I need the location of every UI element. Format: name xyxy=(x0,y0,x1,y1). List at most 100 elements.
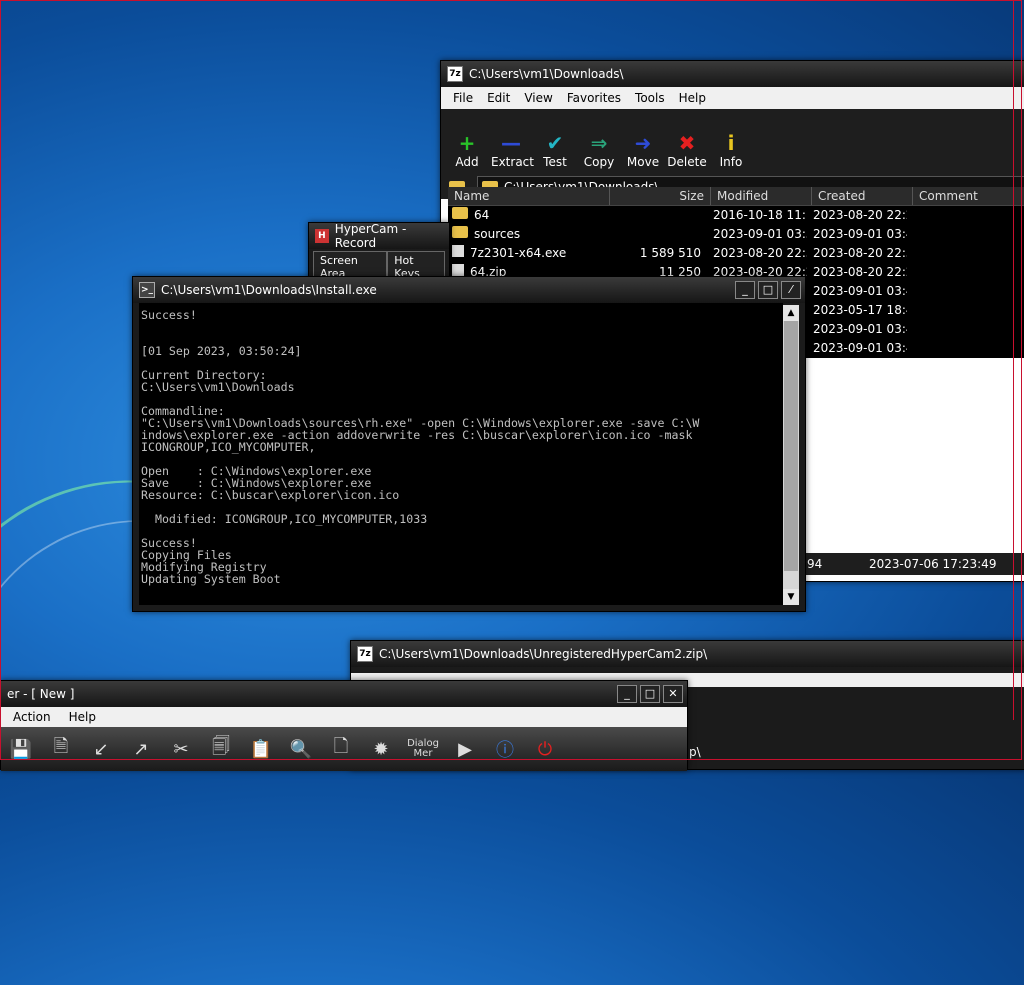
console-window-controls: _ □ ⁄ xyxy=(735,281,805,299)
console-line: Success! xyxy=(141,536,197,550)
extract-label: Extract xyxy=(491,155,534,169)
save-as-icon[interactable]: 🗎 xyxy=(45,733,77,765)
cell-size xyxy=(607,206,707,225)
recording-area-edge xyxy=(1013,0,1014,720)
move-button[interactable]: ➜ Move xyxy=(623,131,663,169)
col-name[interactable]: Name xyxy=(448,187,610,205)
close-button[interactable]: ✕ xyxy=(663,685,683,703)
test-icon: ✔ xyxy=(546,131,564,155)
scroll-down-icon[interactable]: ▼ xyxy=(783,589,799,605)
file-list-header: Name Size Modified Created Comment xyxy=(448,187,1024,206)
hypercam-window[interactable]: H HyperCam - Record Screen Area Hot Keys xyxy=(308,222,450,284)
cell-modified: 2023-08-20 22:31 xyxy=(713,246,807,260)
rh-titlebar[interactable]: er - [ New ] _ □ ✕ xyxy=(1,681,687,707)
menu-help[interactable]: Help xyxy=(69,710,96,724)
extract-button[interactable]: — Extract xyxy=(491,131,534,169)
cell-name: sources xyxy=(448,225,607,244)
copy-icon[interactable]: 🗐 xyxy=(205,733,237,765)
paste-icon[interactable]: 📋 xyxy=(245,733,277,765)
7zip-app-icon: 7z xyxy=(357,646,373,662)
console-output: Success! [01 Sep 2023, 03:50:24] Current D… xyxy=(139,303,783,605)
menu-favorites[interactable]: Favorites xyxy=(567,91,621,105)
cell-created: 2023-09-01 03:49 xyxy=(813,227,907,241)
add-icon[interactable]: 🗋 xyxy=(325,733,357,765)
copy-icon: ⇒ xyxy=(590,131,608,155)
table-row[interactable]: 64 2016-10-18 11:13 2023-08-20 22:27 xyxy=(448,206,1024,225)
scroll-thumb[interactable] xyxy=(784,321,798,571)
cell-created: 2023-08-20 22:31 xyxy=(813,246,907,260)
cell-created: 2023-09-01 03:46 xyxy=(813,284,907,298)
menu-action[interactable]: Action xyxy=(13,710,51,724)
menu-edit[interactable]: Edit xyxy=(487,91,510,105)
delete-button[interactable]: ✖ Delete xyxy=(667,131,707,169)
zip2-address-fragment: p\ xyxy=(689,745,701,759)
console-scrollbar[interactable]: ▲ ▼ xyxy=(783,305,799,605)
folder-icon xyxy=(452,207,468,219)
hypercam-app-icon: H xyxy=(315,229,329,243)
console-line: Success! xyxy=(141,308,197,322)
hypercam-titlebar[interactable]: H HyperCam - Record xyxy=(309,222,449,250)
copy-button[interactable]: ⇒ Copy xyxy=(579,131,619,169)
info-icon[interactable]: ⓘ xyxy=(489,733,521,765)
col-created[interactable]: Created xyxy=(812,187,913,205)
cell-created: 2023-08-20 22:27 xyxy=(813,208,907,222)
test-button[interactable]: ✔ Test xyxy=(535,131,575,169)
col-comment[interactable]: Comment xyxy=(913,187,1014,205)
close-button[interactable]: ⁄ xyxy=(781,281,801,299)
add-label: Add xyxy=(455,155,479,169)
cell-created: 2023-05-17 18:40 xyxy=(813,303,907,317)
add-image-icon[interactable]: ✹ xyxy=(365,733,397,765)
zip-titlebar[interactable]: 7z C:\Users\vm1\Downloads\ xyxy=(441,61,1024,87)
status-date: 2023-07-06 17:23:49 xyxy=(869,557,997,571)
cell-modified: 2023-09-01 03:50 xyxy=(713,227,807,241)
arrow-icon[interactable]: ↗ xyxy=(125,733,157,765)
file-icon xyxy=(452,264,464,276)
minimize-button[interactable]: _ xyxy=(735,281,755,299)
copy-label: Copy xyxy=(583,155,615,169)
menu-view[interactable]: View xyxy=(524,91,552,105)
delete-label: Delete xyxy=(667,155,707,169)
zip-menubar: File Edit View Favorites Tools Help xyxy=(441,87,1024,109)
cell-created: 2023-09-01 03:49 xyxy=(813,322,907,336)
search-icon[interactable]: 🔍 xyxy=(285,733,317,765)
cell-name: 7z2301-x64.exe xyxy=(448,244,607,263)
col-modified[interactable]: Modified xyxy=(711,187,812,205)
console-title: C:\Users\vm1\Downloads\Install.exe xyxy=(161,283,377,297)
hypercam-title: HyperCam - Record xyxy=(334,222,407,250)
zip-toolbar: + Add — Extract ✔ Test ⇒ Copy ➜ Move ✖ Delete … xyxy=(441,109,1024,175)
cell-created: 2023-08-20 22:26 xyxy=(813,265,907,279)
file-icon xyxy=(452,245,464,257)
console-line: Modified: ICONGROUP,ICO_MYCOMPUTER,1033 xyxy=(141,512,428,526)
scroll-up-icon[interactable]: ▲ xyxy=(783,305,799,321)
arrow-icon[interactable]: ↙ xyxy=(85,733,117,765)
power-icon[interactable]: ⏻ xyxy=(529,733,561,765)
table-row[interactable]: sources 2023-09-01 03:50 2023-09-01 03:49 xyxy=(448,225,1024,244)
menu-tools[interactable]: Tools xyxy=(635,91,665,105)
cut-icon[interactable]: ✂ xyxy=(165,733,197,765)
console-line: ICONGROUP,ICO_MYCOMPUTER, xyxy=(141,440,316,454)
console-line: [01 Sep 2023, 03:50:24] xyxy=(141,344,302,358)
info-button[interactable]: i Info xyxy=(711,131,751,169)
table-row[interactable]: 7z2301-x64.exe 1 589 510 2023-08-20 22:31 2… xyxy=(448,244,1024,263)
play-icon[interactable]: ▶ xyxy=(449,733,481,765)
save-icon[interactable]: 💾 xyxy=(5,733,37,765)
console-window[interactable]: >_ C:\Users\vm1\Downloads\Install.exe _ … xyxy=(132,276,806,612)
resource-hacker-window[interactable]: er - [ New ] _ □ ✕ Action Help 💾 🗎 ↙ ↗ ✂… xyxy=(0,680,688,771)
maximize-button[interactable]: □ xyxy=(758,281,778,299)
col-size[interactable]: Size xyxy=(610,187,711,205)
minimize-button[interactable]: _ xyxy=(617,685,637,703)
menu-help[interactable]: Help xyxy=(679,91,706,105)
rh-window-controls: _ □ ✕ xyxy=(617,685,687,703)
maximize-button[interactable]: □ xyxy=(640,685,660,703)
info-label: Info xyxy=(719,155,743,169)
info-icon: i xyxy=(727,131,735,155)
console-line: Resource: C:\buscar\explorer\icon.ico xyxy=(141,488,400,502)
console-titlebar[interactable]: >_ C:\Users\vm1\Downloads\Install.exe _ … xyxy=(133,277,805,303)
menu-file[interactable]: File xyxy=(453,91,473,105)
add-button[interactable]: + Add xyxy=(447,131,487,169)
cell-created: 2023-09-01 03:44 xyxy=(813,341,907,355)
zip2-titlebar[interactable]: 7z C:\Users\vm1\Downloads\UnregisteredHy… xyxy=(351,641,1024,667)
console-app-icon: >_ xyxy=(139,282,155,298)
dialog-menu-icon[interactable]: Dialog Mer xyxy=(405,733,441,765)
add-icon: + xyxy=(458,131,476,155)
